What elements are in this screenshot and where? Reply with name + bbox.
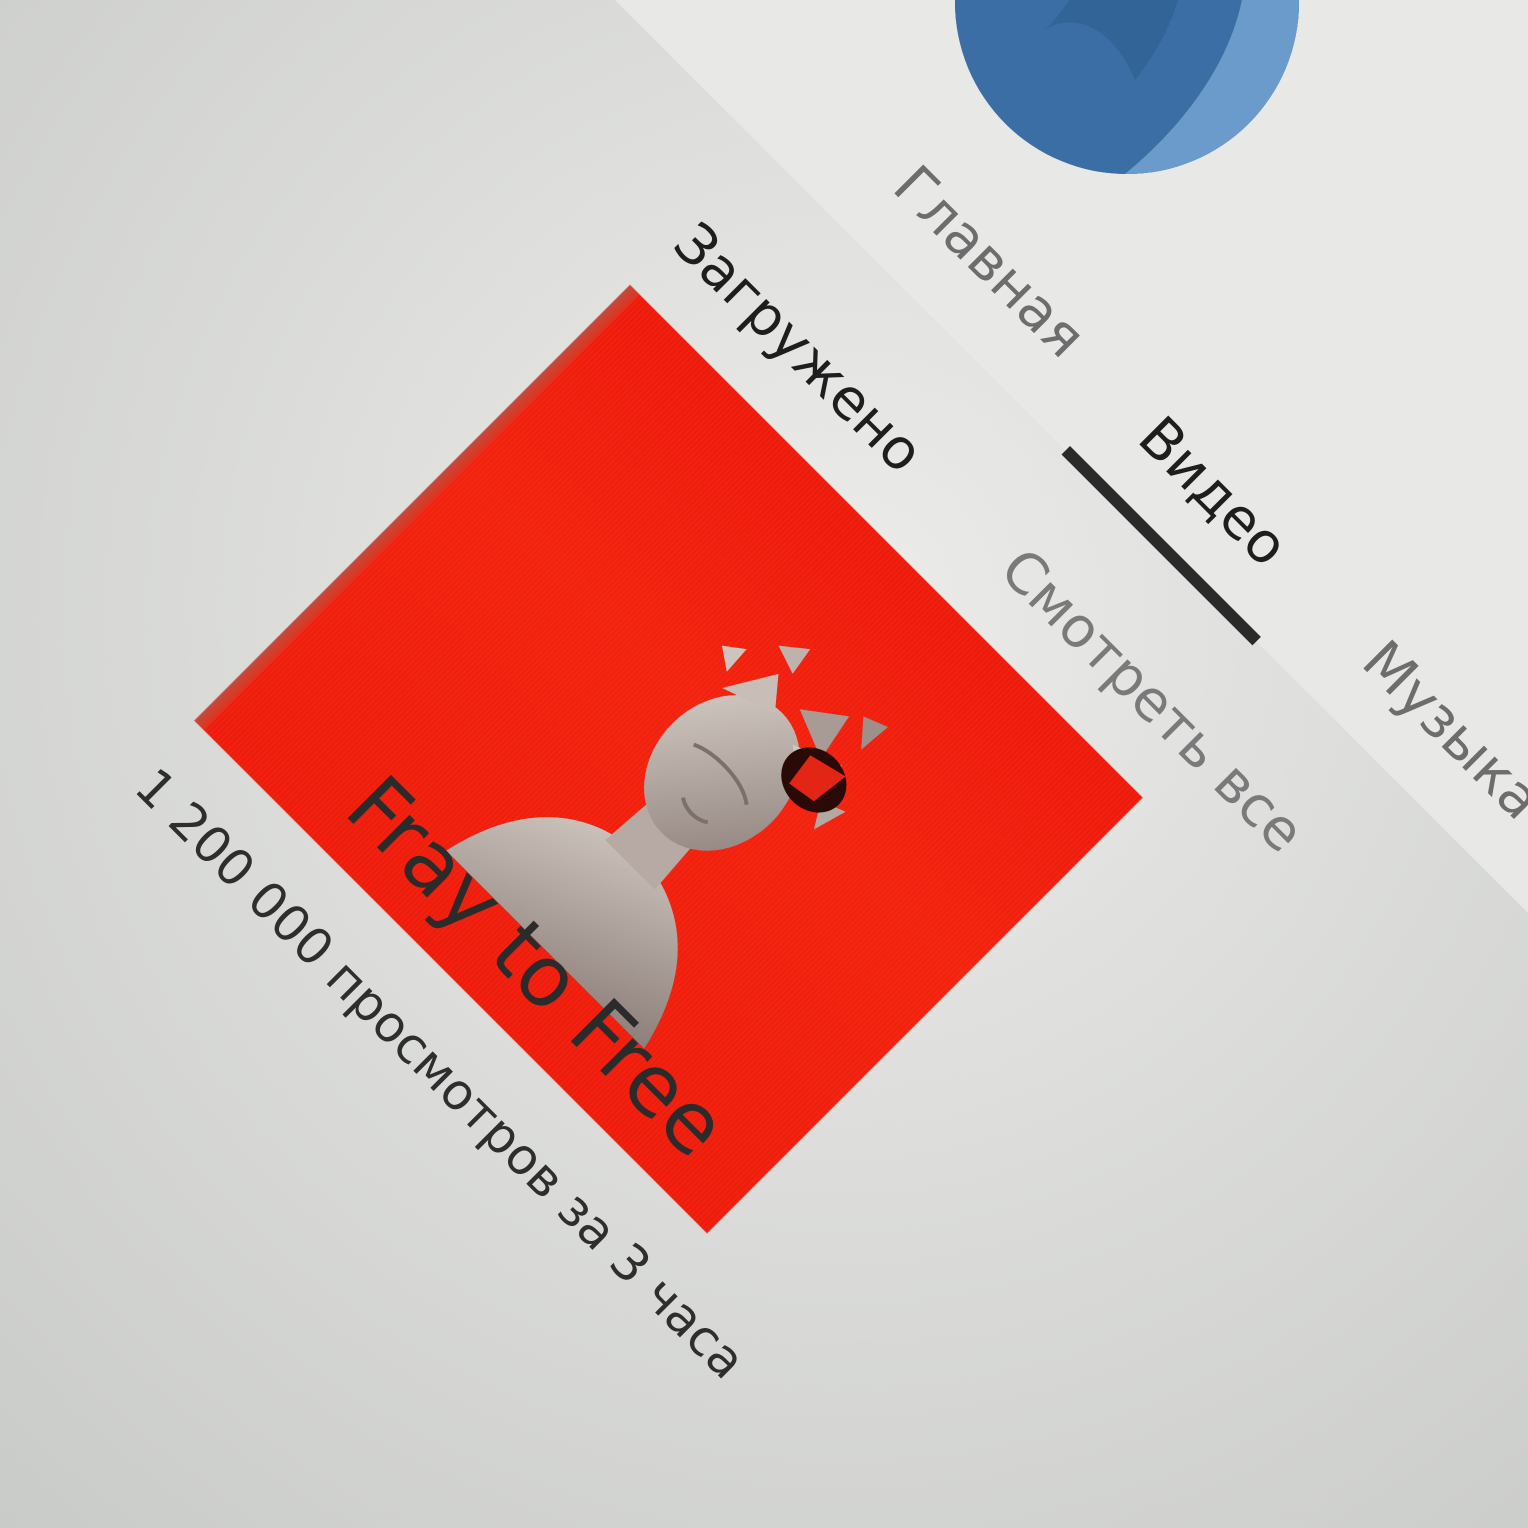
tab-home[interactable]: Главная <box>881 153 1098 370</box>
channel-avatar[interactable] <box>955 0 1299 174</box>
avatar-icon <box>955 0 1299 174</box>
thumbnail-edge <box>194 285 640 731</box>
tab-video[interactable]: Видео <box>1126 404 1301 579</box>
tab-music[interactable]: Музыка <box>1350 628 1528 832</box>
